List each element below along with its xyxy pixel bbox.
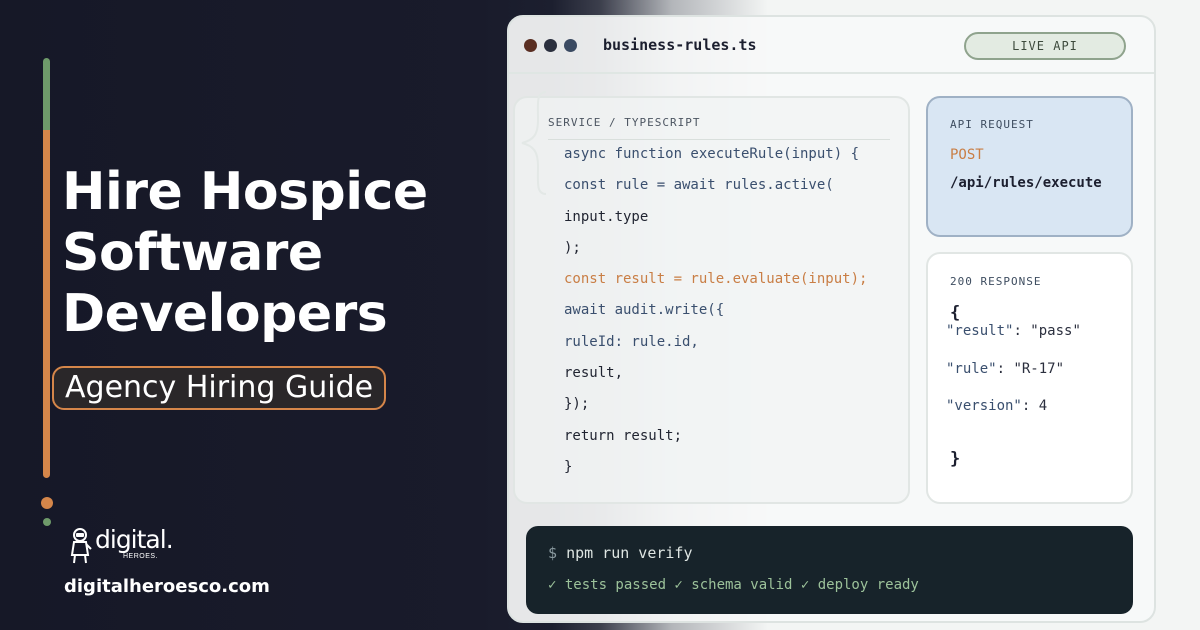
response-separator: : <box>996 361 1014 377</box>
guide-badge: Agency Hiring Guide <box>52 366 387 410</box>
terminal-command-line: $ npm run verify <box>548 544 693 562</box>
terminal-output: ✓ tests passed ✓ schema valid ✓ deploy r… <box>548 577 919 593</box>
hero-mascot-icon <box>70 528 92 564</box>
accent-bar-green <box>43 58 50 130</box>
request-method: POST <box>950 147 984 163</box>
brand-name: digital. <box>95 525 174 554</box>
title-line: Developers <box>62 284 388 344</box>
response-close-brace: } <box>950 449 961 469</box>
code-line: }); <box>564 396 590 413</box>
accent-dot-orange <box>41 497 53 509</box>
code-block: async function executeRule(input) { cons… <box>564 143 867 487</box>
window-maximize-dot[interactable] <box>564 39 577 52</box>
accent-bar-orange <box>43 130 50 478</box>
response-row: "version": 4 <box>946 398 1047 414</box>
terminal-command: npm run verify <box>566 544 693 562</box>
window-close-dot[interactable] <box>524 39 537 52</box>
code-line: ruleId: rule.id, <box>564 333 699 350</box>
code-line: } <box>564 458 573 475</box>
response-value: "R-17" <box>1013 361 1065 377</box>
terminal-prompt: $ <box>548 544 558 562</box>
code-line: return result; <box>564 427 683 444</box>
code-line: input.type <box>564 208 649 225</box>
response-label: 200 RESPONSE <box>950 275 1042 288</box>
response-open-brace: { <box>950 303 961 323</box>
brace-decoration-icon <box>521 91 547 195</box>
response-row: "rule": "R-17" <box>946 361 1064 377</box>
window-titlebar: business-rules.ts LIVE API <box>509 17 1154 74</box>
response-key: "version" <box>946 398 1022 414</box>
window-minimize-dot[interactable] <box>544 39 557 52</box>
file-name: business-rules.ts <box>603 36 757 54</box>
response-key: "rule" <box>946 361 997 377</box>
title-line: Software <box>62 223 323 283</box>
code-line: const result = rule.evaluate(input); <box>564 271 868 288</box>
api-response-panel: 200 RESPONSE { "result": "pass" "rule": … <box>926 252 1133 504</box>
response-value: 4 <box>1038 398 1048 414</box>
code-line: async function executeRule(input) { <box>564 146 860 162</box>
request-path: /api/rules/execute <box>950 175 1102 191</box>
accent-dot-green <box>43 518 51 526</box>
code-divider <box>548 139 890 140</box>
response-separator: : <box>1021 398 1039 414</box>
api-request-panel: API REQUEST POST /api/rules/execute <box>926 96 1133 237</box>
title-line: Hire Hospice <box>62 162 428 222</box>
code-language-label: SERVICE / TYPESCRIPT <box>548 116 701 129</box>
site-url: digitalheroesco.com <box>64 576 270 597</box>
response-key: "result" <box>946 323 1014 339</box>
code-line: await audit.write({ <box>564 302 725 319</box>
page-title: Hire Hospice Software Developers <box>62 162 482 345</box>
brand-logo: digital. HEROES. <box>70 525 174 569</box>
response-row: "result": "pass" <box>946 323 1081 339</box>
live-api-badge: LIVE API <box>964 32 1126 60</box>
code-line: result, <box>564 365 624 382</box>
code-line: ); <box>564 239 581 256</box>
request-label: API REQUEST <box>950 118 1034 131</box>
response-value: "pass" <box>1030 323 1081 339</box>
terminal-panel: $ npm run verify ✓ tests passed ✓ schema… <box>526 526 1133 614</box>
brand-subname: HEROES. <box>123 553 159 560</box>
code-line: const rule = await rules.active( <box>564 177 834 194</box>
response-separator: : <box>1013 323 1031 339</box>
